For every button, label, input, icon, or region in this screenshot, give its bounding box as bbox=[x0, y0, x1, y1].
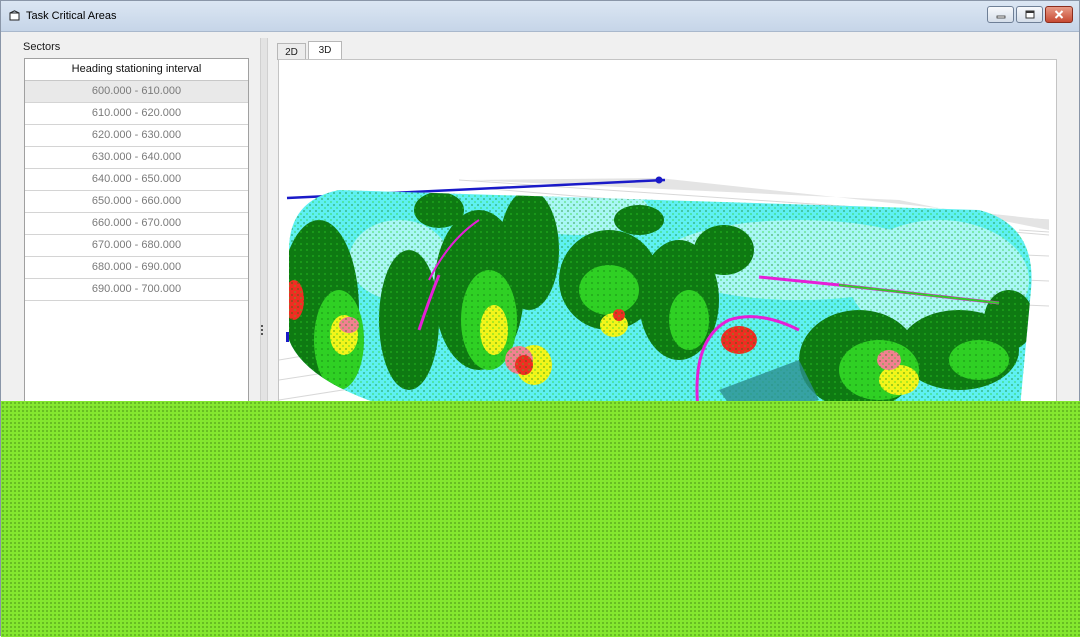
table-row[interactable]: 680.000 - 690.000 bbox=[25, 257, 248, 279]
tab-3d[interactable]: 3D bbox=[308, 41, 342, 60]
table-row[interactable]: 630.000 - 640.000 bbox=[25, 147, 248, 169]
app-icon bbox=[9, 10, 20, 21]
minimize-button[interactable] bbox=[987, 6, 1014, 23]
panel-splitter[interactable] bbox=[260, 38, 268, 428]
window-controls bbox=[987, 6, 1073, 23]
overlay-panel bbox=[1, 401, 1080, 637]
table-row[interactable]: 670.000 - 680.000 bbox=[25, 235, 248, 257]
table-row[interactable]: 650.000 - 660.000 bbox=[25, 191, 248, 213]
table-row[interactable]: 690.000 - 700.000 bbox=[25, 279, 248, 301]
maximize-button[interactable] bbox=[1016, 6, 1043, 23]
tunnel-heatmap bbox=[289, 190, 1032, 418]
minimize-icon bbox=[996, 15, 1005, 18]
sectors-label: Sectors bbox=[23, 41, 61, 53]
tab-2d[interactable]: 2D bbox=[277, 43, 306, 60]
sectors-table: Heading stationing interval 600.000 - 61… bbox=[24, 58, 249, 428]
splitter-grip-icon[interactable] bbox=[261, 323, 264, 337]
table-row[interactable]: 610.000 - 620.000 bbox=[25, 103, 248, 125]
close-button[interactable] bbox=[1045, 6, 1073, 23]
table-row[interactable]: 660.000 - 670.000 bbox=[25, 213, 248, 235]
left-edge-marker bbox=[286, 332, 289, 342]
3d-viewport[interactable] bbox=[278, 59, 1057, 419]
tunnel-3d-scene[interactable] bbox=[279, 60, 1056, 418]
table-row[interactable]: 620.000 - 630.000 bbox=[25, 125, 248, 147]
maximize-icon bbox=[1025, 10, 1034, 19]
table-row[interactable]: 640.000 - 650.000 bbox=[25, 169, 248, 191]
close-icon bbox=[1054, 10, 1064, 19]
table-row[interactable]: 600.000 - 610.000 bbox=[25, 81, 248, 103]
task-critical-areas-window: Task Critical Areas Sectors Heading stat… bbox=[0, 0, 1080, 637]
column-header-heading-stationing-interval[interactable]: Heading stationing interval bbox=[25, 59, 248, 81]
title-bar[interactable]: Task Critical Areas bbox=[1, 1, 1079, 32]
window-title: Task Critical Areas bbox=[26, 10, 117, 22]
